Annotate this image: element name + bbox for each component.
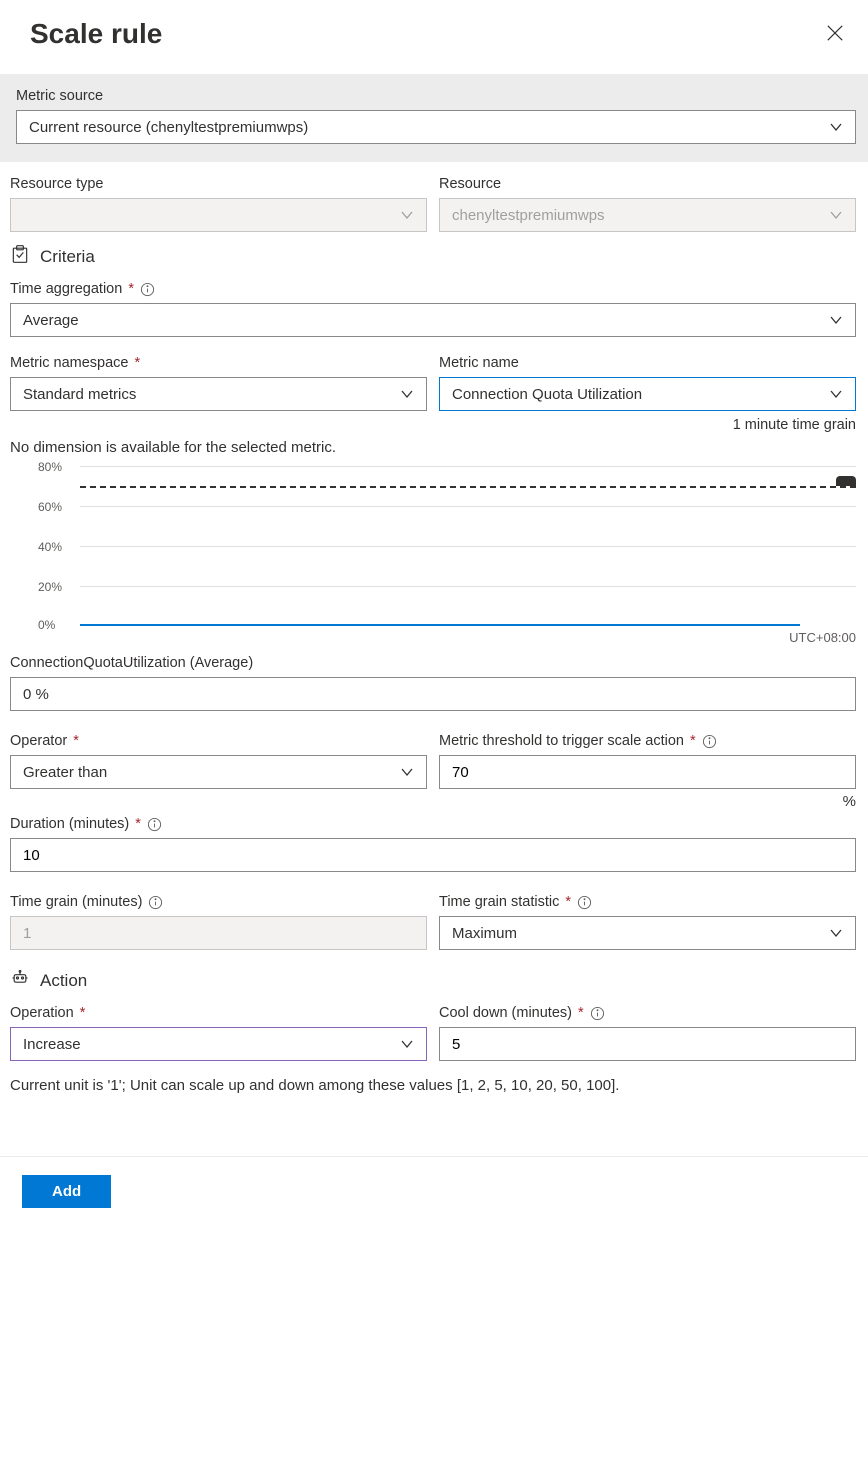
time-grain-input [10,916,427,950]
time-aggregation-label: Time aggregation* [10,281,856,297]
operation-label: Operation* [10,1005,427,1021]
time-grain-label: Time grain (minutes) [10,894,427,910]
operation-value: Increase [23,1036,400,1053]
chart-ytick: 0% [38,618,55,632]
resource-type-label: Resource type [10,176,427,192]
metric-name-value: Connection Quota Utilization [452,386,829,403]
chevron-down-icon [400,1037,414,1051]
action-icon [10,968,30,993]
chart-ytick: 80% [38,460,62,474]
add-button[interactable]: Add [22,1175,111,1208]
threshold-label: Metric threshold to trigger scale action… [439,733,856,749]
chevron-down-icon [829,208,843,222]
action-heading: Action [10,968,856,993]
info-icon[interactable] [147,817,162,832]
unit-info-text: Current unit is '1'; Unit can scale up a… [10,1077,856,1094]
threshold-unit: % [439,793,856,810]
metric-source-label: Metric source [16,88,856,104]
chart-data-line [80,624,800,626]
chevron-down-icon [400,208,414,222]
time-grain-statistic-label: Time grain statistic* [439,894,856,910]
chart-timezone: UTC+08:00 [28,630,856,645]
resource-value: chenyltestpremiumwps [452,207,829,224]
operator-dropdown[interactable]: Greater than [10,755,427,789]
chevron-down-icon [400,387,414,401]
operator-label: Operator* [10,733,427,749]
close-button[interactable] [822,20,848,49]
time-grain-statistic-dropdown[interactable]: Maximum [439,916,856,950]
info-icon[interactable] [590,1006,605,1021]
metric-name-hint: 1 minute time grain [439,417,856,433]
chevron-down-icon [829,120,843,134]
chevron-down-icon [829,926,843,940]
threshold-input[interactable] [439,755,856,789]
info-icon[interactable] [702,734,717,749]
criteria-icon [10,244,30,269]
metric-source-value: Current resource (chenyltestpremiumwps) [29,119,829,136]
metric-namespace-label: Metric namespace* [10,355,427,371]
current-value-display: 0 % [10,677,856,711]
close-icon [826,30,844,45]
chevron-down-icon [829,387,843,401]
info-icon[interactable] [148,895,163,910]
chart-ytick: 20% [38,580,62,594]
chart-threshold-line [80,486,856,488]
chart-threshold-marker [836,476,856,486]
chart-ytick: 40% [38,540,62,554]
cooldown-label: Cool down (minutes)* [439,1005,856,1021]
metric-name-dropdown[interactable]: Connection Quota Utilization [439,377,856,411]
info-icon[interactable] [577,895,592,910]
chevron-down-icon [829,313,843,327]
duration-label: Duration (minutes)* [10,816,856,832]
operation-dropdown[interactable]: Increase [10,1027,427,1061]
chart-ytick: 60% [38,500,62,514]
info-icon[interactable] [140,282,155,297]
page-title: Scale rule [30,18,162,50]
chevron-down-icon [400,765,414,779]
resource-label: Resource [439,176,856,192]
time-aggregation-dropdown[interactable]: Average [10,303,856,337]
metric-namespace-value: Standard metrics [23,386,400,403]
resource-type-dropdown [10,198,427,232]
duration-input[interactable] [10,838,856,872]
time-aggregation-value: Average [23,312,829,329]
time-grain-statistic-value: Maximum [452,925,829,942]
current-value-label: ConnectionQuotaUtilization (Average) [10,655,856,671]
criteria-heading: Criteria [10,244,856,269]
cooldown-input[interactable] [439,1027,856,1061]
metric-source-dropdown[interactable]: Current resource (chenyltestpremiumwps) [16,110,856,144]
no-dimension-text: No dimension is available for the select… [10,439,856,456]
metric-namespace-dropdown[interactable]: Standard metrics [10,377,427,411]
operator-value: Greater than [23,764,400,781]
resource-dropdown: chenyltestpremiumwps [439,198,856,232]
metric-name-label: Metric name [439,355,856,371]
metric-chart: 80% 60% 40% 20% 0% UTC+08:00 [28,466,856,645]
